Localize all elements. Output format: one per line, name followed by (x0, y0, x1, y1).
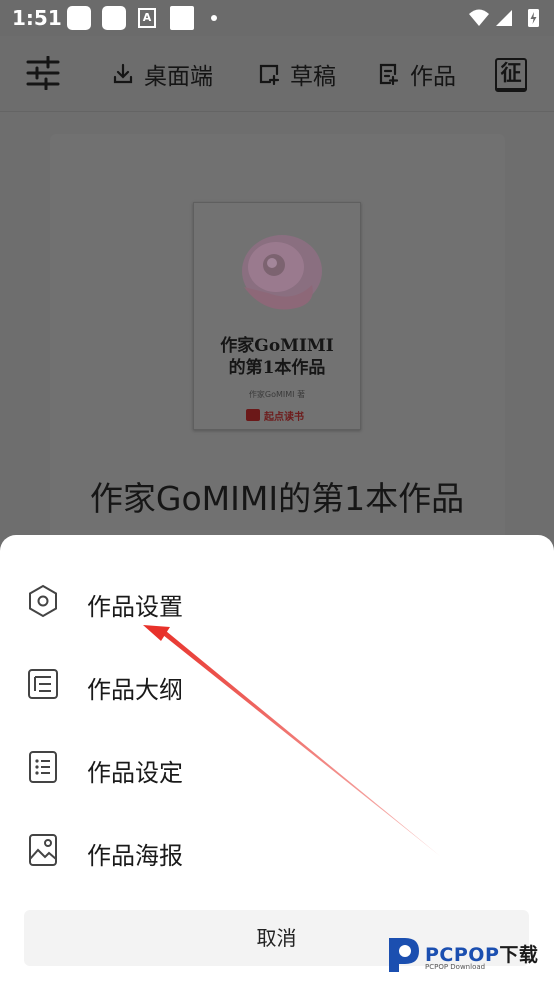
filter-settings-icon[interactable] (26, 56, 60, 90)
work-title: 作家GoMIMI的第1本作品 (89, 479, 465, 518)
notification-app-icon (102, 6, 126, 30)
cover-brand: 起点读书 (246, 408, 304, 423)
outline-icon (28, 669, 58, 699)
wifi-icon (469, 9, 489, 26)
menu-item-work-poster[interactable]: 作品海报 (0, 820, 554, 880)
cover-artwork-image (242, 235, 322, 310)
more-notifications-dot-icon (211, 15, 217, 21)
toolbar-desktop-button[interactable]: 桌面端 (112, 58, 213, 90)
add-draft-icon (259, 64, 280, 85)
toolbar-works-button[interactable]: 作品 (378, 58, 456, 90)
list-icon (29, 751, 57, 783)
menu-item-label: 作品设定 (87, 759, 183, 787)
cover-author: 作家GoMIMI 著 (248, 390, 306, 399)
cover-brand-label: 起点读书 (264, 411, 304, 423)
menu-item-work-settings[interactable]: 作品设置 (0, 571, 554, 631)
signal-icon (496, 10, 512, 26)
zheng-badge-button[interactable]: 征 (495, 58, 527, 92)
menu-item-label: 作品海报 (87, 842, 183, 870)
hexagon-settings-icon (29, 584, 57, 618)
menu-item-work-setting[interactable]: 作品设定 (0, 737, 554, 797)
toolbar-works-label: 作品 (410, 64, 456, 90)
menu-item-work-outline[interactable]: 作品大纲 (0, 654, 554, 714)
watermark-subtext: PCPOP Download (425, 963, 486, 971)
cover-title-line-1: 作家GoMIMI (220, 336, 334, 356)
menu-item-label: 作品设置 (87, 593, 183, 621)
toolbar-desktop-label: 桌面端 (144, 64, 213, 90)
toolbar-draft-label: 草稿 (290, 64, 336, 90)
watermark-download: 下载 (499, 944, 539, 966)
status-time: 1:51 (12, 6, 62, 30)
notification-app-icon (170, 6, 194, 30)
pcpop-watermark: PCPOP下载 PCPOP Download (385, 934, 553, 978)
toolbar-draft-button[interactable]: 草稿 (258, 58, 336, 90)
notification-a-icon: A (138, 8, 156, 28)
cover-title: 作家GoMIMI 的第1本作品 (194, 335, 360, 379)
book-cover[interactable]: 作家GoMIMI 的第1本作品 作家GoMIMI 著 起点读书 (193, 202, 361, 430)
notification-app-icon (67, 6, 91, 30)
menu-item-label: 作品大纲 (87, 676, 183, 704)
top-toolbar: 桌面端 草稿 作品 征 (0, 36, 554, 112)
system-status-icons (469, 9, 539, 27)
works-icon (379, 63, 399, 85)
pcpop-logo-icon (389, 938, 419, 972)
status-bar: 1:51 A (0, 0, 554, 36)
download-icon (113, 63, 133, 84)
work-options-bottom-sheet: 作品设置 作品大纲 作品设定 作品海报 取消 (0, 535, 554, 984)
qidian-logo-icon (246, 409, 260, 421)
cover-title-line-2: 的第1本作品 (228, 358, 326, 378)
image-icon (29, 834, 57, 866)
